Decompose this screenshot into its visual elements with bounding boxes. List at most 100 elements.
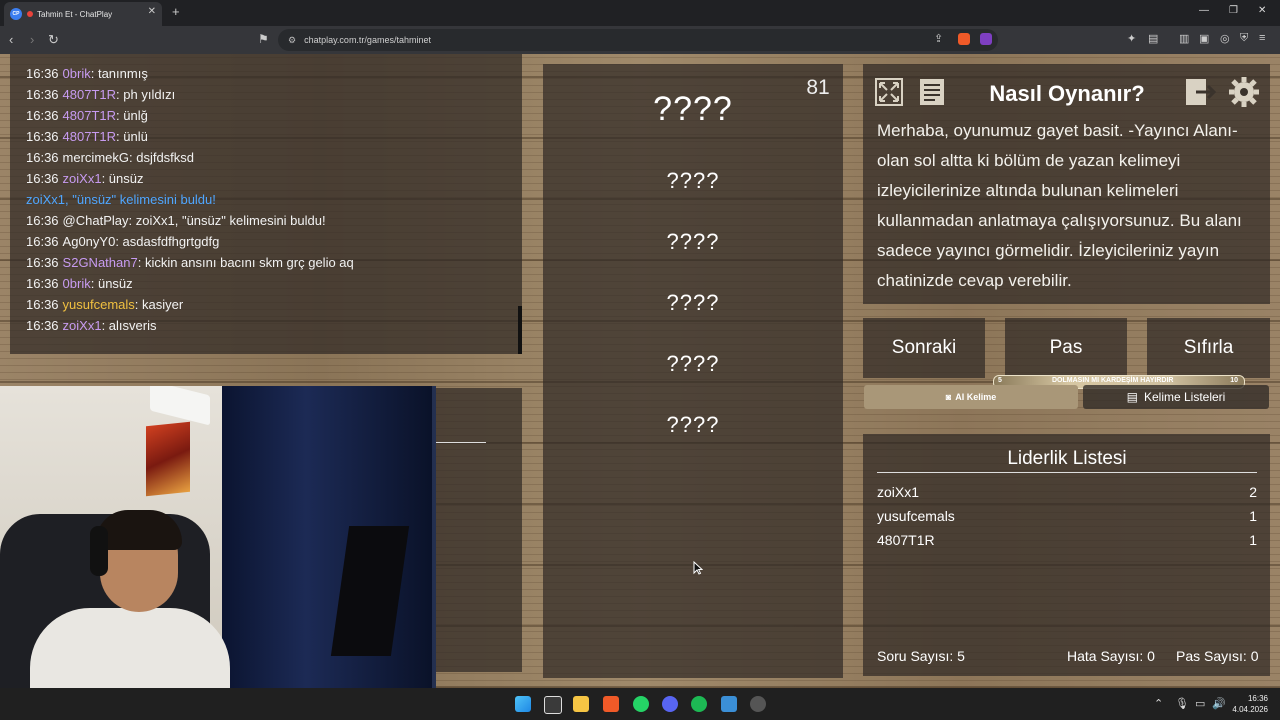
chat-scrollbar[interactable] [518, 306, 522, 354]
chevron-up-icon[interactable]: ⌃ [1154, 697, 1163, 710]
player-score: 1 [1249, 508, 1257, 524]
brave-shields-icon[interactable] [958, 33, 970, 45]
forward-icon[interactable]: › [30, 32, 34, 47]
volume-icon[interactable]: 🔊 [1212, 697, 1226, 710]
clock-time: 16:36 [1247, 694, 1268, 703]
chat-text: : alısveris [101, 318, 157, 333]
chat-username[interactable]: zoiXx1 [63, 171, 102, 186]
chat-message: 16:36 yusufcemals: kasiyer [26, 297, 183, 312]
chat-time: 16:36 [26, 297, 59, 312]
file-explorer-icon[interactable] [573, 696, 589, 712]
chat-message: 16:36 S2GNathan7: kickin ansını bacını sk… [26, 255, 354, 270]
forbidden-word: ???? [666, 412, 720, 437]
url-field[interactable]: ⚙ chatplay.com.tr/games/tahminet [278, 29, 998, 51]
url-text: chatplay.com.tr/games/tahminet [304, 35, 431, 45]
wallet-icon[interactable]: ▣ [1199, 32, 1209, 45]
close-window-icon[interactable]: ✕ [1258, 5, 1266, 16]
robot-icon: ◙ [945, 392, 952, 402]
chat-username[interactable]: 0brik [63, 66, 91, 81]
ai-word-tab[interactable]: ◙ AI Kelime [864, 385, 1078, 409]
vpn-icon[interactable]: ◎ [1220, 32, 1230, 45]
site-info-icon[interactable]: ⚙ [288, 35, 296, 46]
chat-message: zoiXx1, "ünsüz" kelimesini buldu! [26, 192, 216, 207]
restore-icon[interactable]: ❐ [1229, 5, 1238, 16]
chat-username[interactable]: 4807T1R [63, 108, 116, 123]
reset-button[interactable]: Sıfırla [1147, 318, 1270, 378]
microphone-icon[interactable]: 🎙 [1175, 697, 1189, 710]
chat-text: : ünsüz [90, 276, 133, 291]
chat-text: : asdasfdfhgrtgdfg [115, 234, 220, 249]
reload-icon[interactable]: ↻ [48, 32, 59, 48]
gear-icon[interactable] [1225, 73, 1263, 111]
close-tab-icon[interactable]: ✕ [148, 6, 156, 17]
shield-icon[interactable]: ⛨ [1240, 32, 1248, 45]
obs-icon[interactable] [750, 696, 766, 712]
divider [877, 472, 1257, 473]
chat-message: 16:36 4807T1R: ünlğ [26, 108, 148, 123]
menu-icon[interactable]: ≡ [1259, 32, 1265, 44]
brave-browser-icon[interactable] [603, 696, 619, 712]
chat-username[interactable]: Ag0nyY0 [63, 234, 116, 249]
system-clock[interactable]: 16:36 4.04.2026 [1232, 693, 1268, 715]
chat-username[interactable]: 4807T1R [63, 87, 116, 102]
display-icon[interactable]: ▭ [1195, 697, 1205, 710]
logout-icon[interactable] [1181, 73, 1219, 111]
start-icon[interactable] [515, 696, 531, 712]
word-lists-tab[interactable]: ▤ Kelime Listeleri [1083, 385, 1269, 409]
chat-message: 16:36 mercimekG: dsjfdsfksd [26, 150, 194, 165]
fullscreen-icon[interactable] [870, 73, 908, 111]
tab-title: Tahmin Et - ChatPlay [37, 9, 113, 19]
discord-icon[interactable] [662, 696, 678, 712]
chat-time: 16:36 [26, 66, 59, 81]
sidebar-icon[interactable]: ▥ [1179, 32, 1189, 45]
back-icon[interactable]: ‹ [9, 32, 13, 47]
chat-time: 16:36 [26, 213, 59, 228]
forbidden-word: ???? [666, 229, 720, 254]
minimize-icon[interactable]: — [1199, 5, 1209, 16]
brave-rewards-icon[interactable] [980, 33, 992, 45]
player-score: 1 [1249, 532, 1257, 548]
forbidden-word: ???? [666, 351, 720, 376]
chat-text: : kasiyer [134, 297, 184, 312]
leaderboard-row: 4807T1R 1 [877, 532, 1257, 548]
spotify-icon[interactable] [691, 696, 707, 712]
chat-username[interactable]: S2GNathan7 [63, 255, 138, 270]
progress-max: 10 [1230, 377, 1238, 384]
forbidden-word: ???? [666, 290, 720, 315]
bookmark-icon[interactable]: ⚑ [258, 32, 269, 46]
tab-search-icon[interactable]: ▤ [1148, 32, 1158, 45]
leaderboard-row: yusufcemals 1 [877, 508, 1257, 524]
task-view-icon[interactable] [544, 696, 562, 714]
chat-username[interactable]: zoiXx1 [63, 318, 102, 333]
whatsapp-icon[interactable] [633, 696, 649, 712]
browser-tab[interactable]: CP Tahmin Et - ChatPlay ✕ [4, 2, 162, 26]
webcam-shirt [30, 608, 230, 688]
new-tab-icon[interactable]: + [172, 4, 180, 19]
chat-time: 16:36 [26, 234, 59, 249]
document-icon[interactable] [913, 73, 951, 111]
chat-username[interactable]: mercimekG [63, 150, 129, 165]
chat-text: : ünlğ [116, 108, 148, 123]
chat-time: 16:36 [26, 318, 59, 333]
pass-button[interactable]: Pas [1005, 318, 1127, 378]
app-icon[interactable] [721, 696, 737, 712]
chat-time: 16:36 [26, 87, 59, 102]
webcam-overlay [0, 386, 436, 688]
chat-username[interactable]: yusufcemals [63, 297, 135, 312]
forbidden-word: ???? [666, 168, 720, 193]
leaderboard-row: zoiXx1 2 [877, 484, 1257, 500]
next-button[interactable]: Sonraki [863, 318, 985, 378]
share-icon[interactable]: ⇪ [934, 32, 943, 45]
extensions-icon[interactable]: ✦ [1127, 32, 1136, 45]
how-to-play-text: Merhaba, oyunumuz gayet basit. -Yayıncı … [877, 121, 1242, 290]
chat-text: : ünlü [116, 129, 148, 144]
chat-username[interactable]: zoiXx1, "ünsüz" kelimesini buldu! [26, 192, 216, 207]
chat-username[interactable]: @ChatPlay [63, 213, 129, 228]
chat-message: 16:36 4807T1R: ph yıldızı [26, 87, 175, 102]
mouse-cursor-icon [693, 561, 703, 575]
chat-username[interactable]: 0brik [63, 276, 91, 291]
chat-username[interactable]: 4807T1R [63, 129, 116, 144]
ai-word-label: AI Kelime [955, 392, 997, 402]
player-score: 2 [1249, 484, 1257, 500]
main-word: ???? [653, 90, 733, 128]
